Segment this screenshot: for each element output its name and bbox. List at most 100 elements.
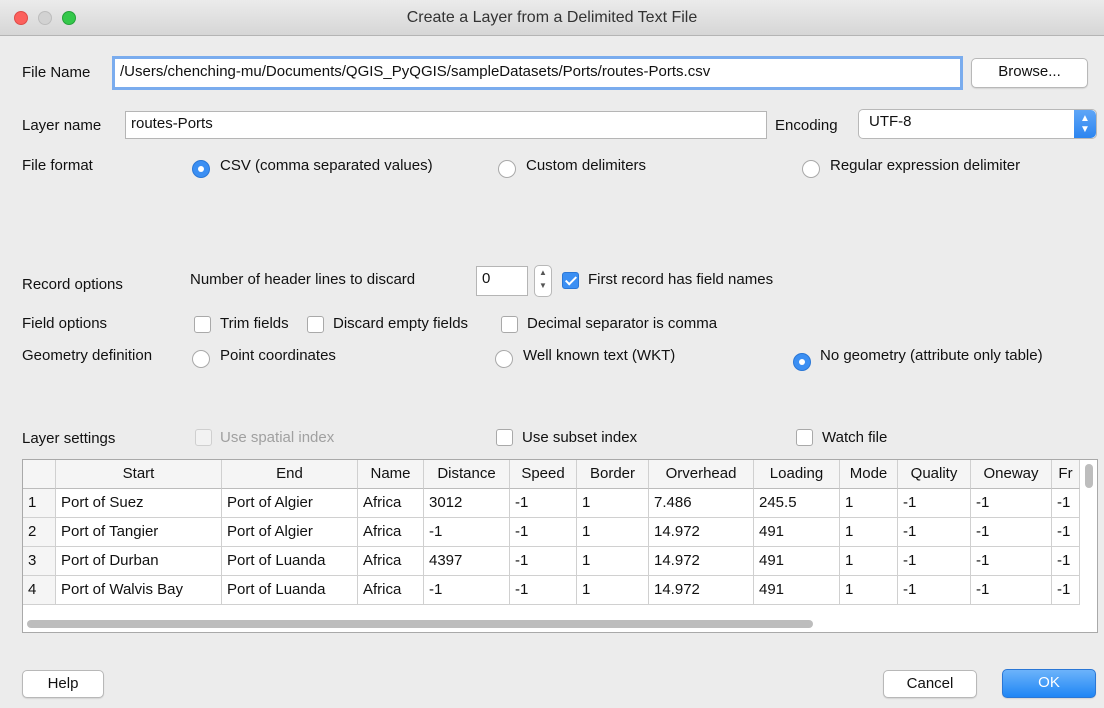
table-cell: -1	[971, 576, 1052, 605]
column-header[interactable]: Distance	[424, 460, 510, 489]
layer-name-input[interactable]: routes-Ports	[125, 111, 767, 139]
table-cell: Port of Durban	[56, 547, 222, 576]
table-cell: -1	[898, 547, 971, 576]
radio-point-coordinates[interactable]	[192, 350, 210, 368]
field-options-label: Field options	[22, 315, 108, 332]
select-arrows-icon: ▲ ▼	[1074, 110, 1096, 138]
subset-index-checkbox[interactable]	[496, 429, 513, 446]
row-number: 4	[23, 576, 56, 605]
radio-wkt-label: Well known text (WKT)	[523, 347, 676, 364]
column-header[interactable]: Mode	[840, 460, 898, 489]
table-cell: -1	[1052, 576, 1080, 605]
table-cell: Africa	[358, 518, 424, 547]
header-lines-stepper[interactable]: ▲ ▼	[534, 265, 552, 297]
table-cell: -1	[510, 547, 577, 576]
column-header[interactable]: Border	[577, 460, 649, 489]
table-cell: -1	[510, 518, 577, 547]
table-cell: 1	[577, 489, 649, 518]
file-name-input[interactable]: /Users/chenching-mu/Documents/QGIS_PyQGI…	[112, 56, 963, 90]
layer-name-label: Layer name	[22, 117, 102, 134]
row-number: 1	[23, 489, 56, 518]
table-cell: 4397	[424, 547, 510, 576]
title-bar: Create a Layer from a Delimited Text Fil…	[0, 0, 1104, 36]
column-header[interactable]: Loading	[754, 460, 840, 489]
discard-empty-checkbox[interactable]	[307, 316, 324, 333]
table-cell: -1	[510, 576, 577, 605]
table-cell: 1	[840, 489, 898, 518]
column-header[interactable]: Speed	[510, 460, 577, 489]
table-cell: 1	[840, 547, 898, 576]
column-header[interactable]: Start	[56, 460, 222, 489]
radio-regex-delimiter[interactable]	[802, 160, 820, 178]
spatial-index-checkbox	[195, 429, 212, 446]
radio-regex-delimiter-label: Regular expression delimiter	[830, 157, 1021, 174]
table-cell: -1	[510, 489, 577, 518]
header-lines-input[interactable]: 0	[476, 266, 528, 296]
column-header[interactable]: Quality	[898, 460, 971, 489]
table-cell: -1	[1052, 489, 1080, 518]
table-cell: Port of Suez	[56, 489, 222, 518]
table-cell: Port of Algier	[222, 518, 358, 547]
horizontal-scrollbar-thumb[interactable]	[27, 620, 813, 628]
column-header[interactable]: Name	[358, 460, 424, 489]
table-cell: 14.972	[649, 518, 754, 547]
vertical-scrollbar[interactable]	[1085, 464, 1093, 488]
radio-csv[interactable]	[192, 160, 210, 178]
trim-fields-label: Trim fields	[220, 315, 289, 332]
sample-data-table[interactable]: Start End Name Distance Speed Border Orv…	[22, 459, 1098, 633]
cancel-button[interactable]: Cancel	[883, 670, 977, 698]
table-cell: Port of Luanda	[222, 576, 358, 605]
geometry-definition-label: Geometry definition	[22, 347, 153, 364]
table-cell: 14.972	[649, 547, 754, 576]
table-cell: Africa	[358, 547, 424, 576]
column-header[interactable]: End	[222, 460, 358, 489]
table-cell: Port of Tangier	[56, 518, 222, 547]
table-cell: -1	[898, 518, 971, 547]
decimal-comma-label: Decimal separator is comma	[527, 315, 718, 332]
spatial-index-label: Use spatial index	[220, 429, 335, 446]
watch-file-checkbox[interactable]	[796, 429, 813, 446]
table-cell: Port of Algier	[222, 489, 358, 518]
table-cell: Africa	[358, 576, 424, 605]
header-lines-label: Number of header lines to discard	[190, 271, 416, 288]
first-record-checkbox[interactable]	[562, 272, 579, 289]
column-header[interactable]	[23, 460, 56, 489]
radio-no-geometry-label: No geometry (attribute only table)	[820, 347, 1043, 364]
table-cell: 491	[754, 576, 840, 605]
radio-custom-delimiters-label: Custom delimiters	[526, 157, 647, 174]
column-header[interactable]: Fr	[1052, 460, 1080, 489]
table-cell: 491	[754, 547, 840, 576]
column-header[interactable]: Orverhead	[649, 460, 754, 489]
radio-no-geometry[interactable]	[793, 353, 811, 371]
file-format-label: File format	[22, 157, 93, 174]
file-name-label: File Name	[22, 64, 91, 81]
table-cell: 14.972	[649, 576, 754, 605]
radio-csv-label: CSV (comma separated values)	[220, 157, 433, 174]
trim-fields-checkbox[interactable]	[194, 316, 211, 333]
browse-button[interactable]: Browse...	[971, 58, 1088, 88]
horizontal-scrollbar[interactable]	[25, 616, 1080, 632]
table-cell: 491	[754, 518, 840, 547]
table-cell: -1	[971, 489, 1052, 518]
encoding-label: Encoding	[775, 117, 838, 134]
discard-empty-label: Discard empty fields	[333, 315, 469, 332]
row-number: 2	[23, 518, 56, 547]
table-cell: -1	[898, 489, 971, 518]
table-cell: 245.5	[754, 489, 840, 518]
table-cell: 3012	[424, 489, 510, 518]
radio-custom-delimiters[interactable]	[498, 160, 516, 178]
encoding-select[interactable]: UTF-8 ▲ ▼	[858, 109, 1097, 139]
help-button[interactable]: Help	[22, 670, 104, 698]
table-cell: Port of Walvis Bay	[56, 576, 222, 605]
table-cell: -1	[1052, 547, 1080, 576]
ok-button[interactable]: OK	[1002, 669, 1096, 698]
table-cell: -1	[971, 518, 1052, 547]
table-cell: 1	[577, 518, 649, 547]
decimal-comma-checkbox[interactable]	[501, 316, 518, 333]
table-cell: 1	[577, 547, 649, 576]
radio-wkt[interactable]	[495, 350, 513, 368]
table-cell: Africa	[358, 489, 424, 518]
column-header[interactable]: Oneway	[971, 460, 1052, 489]
watch-file-label: Watch file	[822, 429, 888, 446]
table-cell: 1	[840, 518, 898, 547]
